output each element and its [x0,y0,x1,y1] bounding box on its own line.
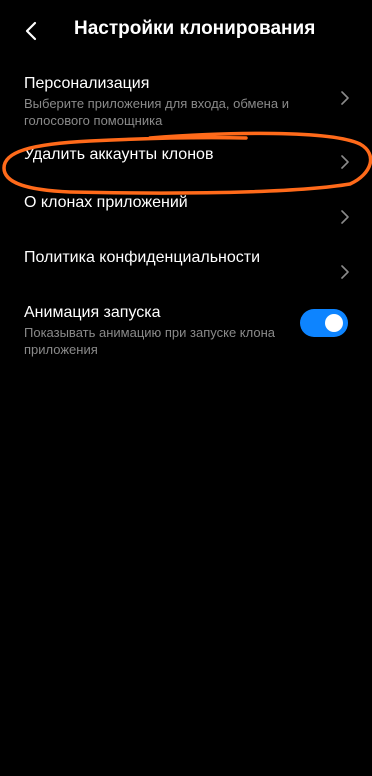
chevron-right-icon [341,154,349,169]
chevron-right-icon [341,91,349,105]
setting-launch-animation: Анимация запуска Показывать анимацию при… [0,299,372,369]
chevron-left-icon [25,21,37,41]
setting-launch-animation-subtitle: Показывать анимацию при запуске клона пр… [24,325,275,357]
setting-about-app-clones[interactable]: О клонах приложений [0,189,372,244]
header: Настройки клонирования [0,0,372,62]
setting-launch-animation-title: Анимация запуска [24,304,161,321]
setting-privacy-policy-title: Политика конфиденциальности [24,249,261,266]
setting-privacy-policy[interactable]: Политика конфиденциальности [0,244,372,299]
toggle-knob [325,314,343,332]
chevron-right-icon [341,209,349,224]
setting-delete-clone-accounts-title: Удалить аккаунты клонов [24,146,214,163]
settings-list: Персонализация Выберите приложения для в… [0,62,372,369]
setting-delete-clone-accounts[interactable]: Удалить аккаунты клонов [0,134,372,189]
setting-personalization[interactable]: Персонализация Выберите приложения для в… [0,62,372,134]
launch-animation-toggle[interactable] [300,309,348,337]
back-button[interactable] [14,14,48,48]
chevron-right-icon [341,264,349,279]
page-title: Настройки клонирования [74,18,316,39]
setting-personalization-title: Персонализация [24,75,150,92]
setting-about-app-clones-title: О клонах приложений [24,194,188,211]
setting-personalization-subtitle: Выберите приложения для входа, обмена и … [24,96,289,128]
